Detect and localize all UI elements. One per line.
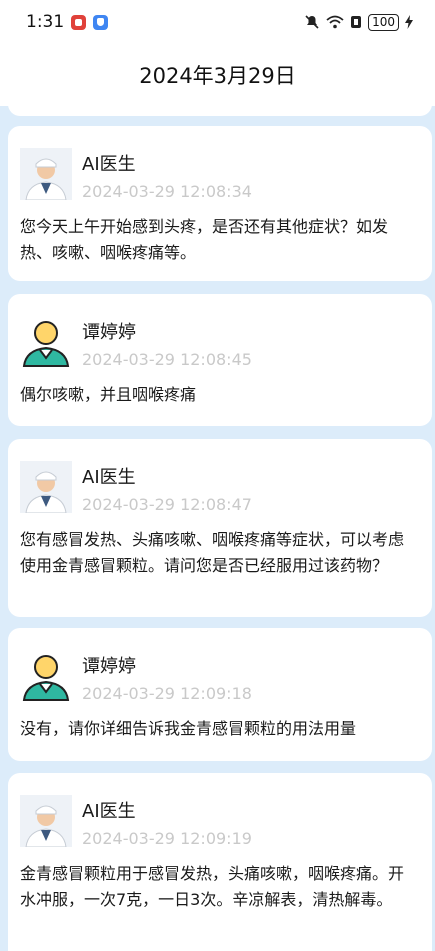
message-card-partial — [8, 106, 432, 116]
message-card-doctor: AI医生 2024-03-29 12:08:47 您有感冒发热、头痛咳嗽、咽喉疼… — [8, 439, 432, 617]
message-text: 您今天上午开始感到头疼，是否还有其他症状？如发热、咳嗽、咽喉疼痛等。 — [20, 217, 389, 262]
sender-name: 谭婷婷 — [82, 656, 136, 677]
message-timestamp: 2024-03-29 12:08:45 — [82, 350, 252, 369]
sender-name: AI医生 — [82, 154, 136, 175]
chat-message-list[interactable]: AI医生 2024-03-29 12:08:34 您今天上午开始感到头疼，是否还… — [0, 106, 435, 951]
message-text: 偶尔咳嗽，并且咽喉疼痛 — [20, 385, 197, 404]
status-bar: 1:31 100 — [0, 0, 435, 44]
message-text: 没有，请你详细告诉我金青感冒颗粒的用法用量 — [20, 719, 357, 738]
sender-name: AI医生 — [82, 801, 136, 822]
message-timestamp: 2024-03-29 12:09:18 — [82, 684, 252, 703]
message-card-doctor: AI医生 2024-03-29 12:09:19 金青感冒颗粒用于感冒发热，头痛… — [8, 773, 432, 951]
user-avatar-icon — [20, 316, 72, 368]
shield-app-icon — [93, 14, 109, 30]
date-header: 2024年3月29日 — [0, 44, 435, 106]
doctor-avatar-icon — [20, 795, 72, 847]
message-card-doctor: AI医生 2024-03-29 12:08:34 您今天上午开始感到头疼，是否还… — [8, 126, 432, 281]
message-card-user: 谭婷婷 2024-03-29 12:09:18 没有，请你详细告诉我金青感冒颗粒… — [8, 628, 432, 761]
message-text: 金青感冒颗粒用于感冒发热，头痛咳嗽，咽喉疼痛。开水冲服，一次7克，一日3次。辛凉… — [20, 864, 405, 909]
wifi-icon — [326, 15, 344, 29]
message-text: 您有感冒发热、头痛咳嗽、咽喉疼痛等症状，可以考虑使用金青感冒颗粒。请问您是否已经… — [20, 530, 405, 575]
sender-name: 谭婷婷 — [82, 322, 136, 343]
page-title: 2024年3月29日 — [139, 64, 296, 88]
sender-name: AI医生 — [82, 467, 136, 488]
doctor-avatar-icon — [20, 148, 72, 200]
user-avatar-icon — [20, 650, 72, 702]
doctor-avatar-icon — [20, 461, 72, 513]
message-timestamp: 2024-03-29 12:09:19 — [82, 829, 252, 848]
mute-icon — [305, 15, 319, 29]
status-right: 100 — [304, 13, 413, 31]
notification-app-icon — [71, 14, 87, 30]
signal-icon — [351, 16, 362, 28]
status-left: 1:31 — [26, 12, 109, 32]
message-card-user: 谭婷婷 2024-03-29 12:08:45 偶尔咳嗽，并且咽喉疼痛 — [8, 294, 432, 426]
message-timestamp: 2024-03-29 12:08:34 — [82, 182, 252, 201]
charging-icon — [405, 15, 413, 29]
battery-indicator: 100 — [368, 13, 399, 31]
message-timestamp: 2024-03-29 12:08:47 — [82, 495, 252, 514]
clock: 1:31 — [26, 12, 65, 32]
